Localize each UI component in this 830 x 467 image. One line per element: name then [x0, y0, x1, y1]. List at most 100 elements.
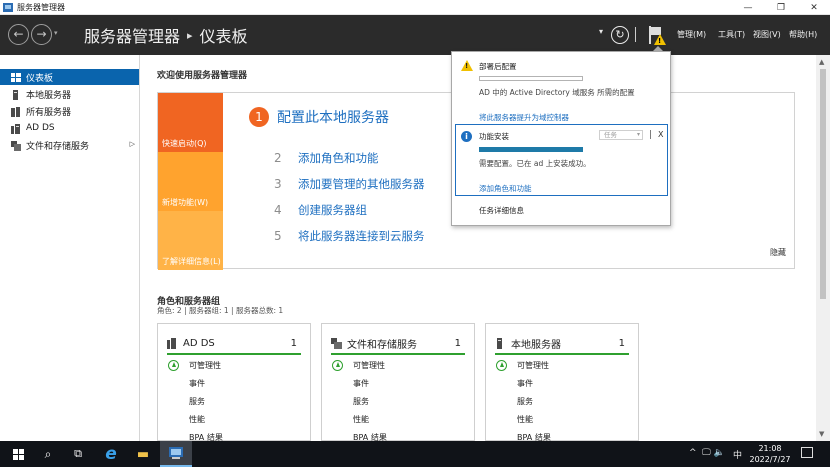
- card-row-manageability[interactable]: 可管理性: [353, 360, 385, 371]
- feature-install-title: 功能安装: [479, 132, 509, 141]
- clock[interactable]: 21:08 2022/7/27: [748, 443, 792, 465]
- task-details-link[interactable]: 任务详细信息: [479, 205, 524, 216]
- menu-tools[interactable]: 工具(T): [718, 29, 745, 40]
- card-row-performance[interactable]: 性能: [189, 414, 205, 425]
- breadcrumb-current: 仪表板: [199, 27, 248, 46]
- status-ok-icon: [168, 360, 179, 371]
- welcome-title: 欢迎使用服务器管理器: [157, 71, 248, 81]
- title-bar: 服务器管理器 — ❐ ✕: [0, 0, 830, 15]
- step-link[interactable]: 创建服务器组: [298, 202, 367, 218]
- vertical-scrollbar[interactable]: ▲ ▼: [816, 55, 830, 441]
- ad-ds-icon: [167, 337, 177, 349]
- feature-install-section: i 功能安装 任务 | X 需要配置。已在 ad 上安装成功。 添加角色和功能: [455, 124, 668, 196]
- file-storage-icon: [11, 140, 21, 151]
- minimize-button[interactable]: —: [733, 0, 763, 15]
- dismiss-close-icon[interactable]: X: [658, 130, 663, 139]
- hide-link[interactable]: 隐藏: [770, 247, 786, 258]
- scroll-thumb[interactable]: [820, 69, 826, 299]
- window-title: 服务器管理器: [17, 2, 65, 12]
- ie-browser-icon[interactable]: e: [95, 441, 127, 467]
- step-create-group[interactable]: 4 创建服务器组: [274, 202, 367, 218]
- ime-indicator[interactable]: 中: [733, 448, 742, 461]
- step-number: 5: [274, 229, 282, 243]
- role-card-ad-ds[interactable]: AD DS 1 可管理性 事件 服务 性能 BPA 结果: [157, 323, 311, 442]
- notifications-flag-icon[interactable]: !: [648, 26, 666, 45]
- tile-quick-start[interactable]: 快速启动(Q): [158, 93, 223, 152]
- card-row-performance[interactable]: 性能: [353, 414, 369, 425]
- menu-view[interactable]: 视图(V): [753, 29, 781, 40]
- breadcrumb: 服务器管理器 ▸ 仪表板: [84, 23, 248, 47]
- step-number: 1: [249, 107, 269, 127]
- maximize-button[interactable]: ❐: [766, 0, 796, 15]
- server-manager-icon: [3, 2, 13, 12]
- sidebar-item-file-storage[interactable]: 文件和存储服务 ▷: [0, 137, 139, 153]
- feature-install-progress: [479, 147, 583, 152]
- scroll-up-icon[interactable]: ▲: [819, 58, 824, 66]
- server-icon: [11, 89, 21, 100]
- scroll-down-icon[interactable]: ▼: [819, 430, 824, 438]
- card-row-services[interactable]: 服务: [189, 396, 205, 407]
- sidebar-item-local-server[interactable]: 本地服务器: [0, 86, 139, 102]
- step-link[interactable]: 添加要管理的其他服务器: [298, 176, 425, 192]
- refresh-button[interactable]: ↻: [611, 26, 629, 44]
- refresh-dropdown-icon[interactable]: ▾: [599, 27, 603, 36]
- step-configure-local-server[interactable]: 1 配置此本地服务器: [249, 107, 389, 127]
- step-link[interactable]: 配置此本地服务器: [277, 107, 389, 127]
- clock-date: 2022/7/27: [749, 455, 791, 464]
- file-explorer-icon[interactable]: ▬: [127, 441, 159, 467]
- card-title[interactable]: 本地服务器: [511, 336, 561, 351]
- role-card-local-server[interactable]: 本地服务器 1 可管理性 事件 服务 性能 BPA 结果: [485, 323, 639, 442]
- server-manager-taskbar-icon[interactable]: [160, 441, 192, 467]
- action-center-icon[interactable]: [801, 447, 813, 458]
- back-button[interactable]: ←: [8, 24, 29, 45]
- tile-whats-new[interactable]: 新增功能(W): [158, 152, 223, 211]
- status-ok-icon: [496, 360, 507, 371]
- sidebar-item-all-servers[interactable]: 所有服务器: [0, 103, 139, 119]
- card-row-manageability[interactable]: 可管理性: [189, 360, 221, 371]
- tray-chevron-icon[interactable]: ^: [689, 448, 697, 458]
- menu-manage[interactable]: 管理(M): [677, 29, 706, 40]
- task-view-icon[interactable]: ⧉: [62, 441, 94, 467]
- role-card-file-storage[interactable]: 文件和存储服务 1 可管理性 事件 服务 性能 BPA 结果: [321, 323, 475, 442]
- post-deploy-title: 部署后配置: [479, 62, 517, 71]
- close-window-button[interactable]: ✕: [799, 0, 829, 15]
- card-row-services[interactable]: 服务: [353, 396, 369, 407]
- menu-help[interactable]: 帮助(H): [789, 29, 817, 40]
- step-add-servers[interactable]: 3 添加要管理的其他服务器: [274, 176, 425, 192]
- info-icon: i: [461, 131, 472, 142]
- card-row-manageability[interactable]: 可管理性: [517, 360, 549, 371]
- sidebar-item-dashboard[interactable]: 仪表板: [0, 69, 139, 85]
- card-row-events[interactable]: 事件: [517, 378, 533, 389]
- roles-summary: 角色: 2 | 服务器组: 1 | 服务器总数: 1: [157, 306, 284, 315]
- card-title[interactable]: 文件和存储服务: [347, 336, 417, 351]
- step-connect-cloud[interactable]: 5 将此服务器连接到云服务: [274, 228, 425, 244]
- expand-arrow-icon[interactable]: ▷: [130, 140, 135, 148]
- network-volume-icon[interactable]: 🖵 🔈: [702, 448, 725, 458]
- card-row-events[interactable]: 事件: [189, 378, 205, 389]
- history-dropdown-icon[interactable]: ▾: [54, 29, 58, 37]
- server-icon: [495, 337, 505, 349]
- card-count: 1: [618, 338, 625, 349]
- add-roles-link[interactable]: 添加角色和功能: [479, 183, 532, 194]
- card-count: 1: [454, 338, 461, 349]
- taskbar: ⌕ ⧉ e ▬ ^ 🖵 🔈 中 21:08 2022/7/27: [0, 441, 830, 467]
- card-row-performance[interactable]: 性能: [517, 414, 533, 425]
- breadcrumb-root[interactable]: 服务器管理器: [84, 23, 180, 47]
- promote-dc-link[interactable]: 将此服务器提升为域控制器: [479, 112, 569, 123]
- sidebar-item-ad-ds[interactable]: AD DS: [0, 120, 139, 136]
- servers-icon: [11, 106, 21, 117]
- step-link[interactable]: 将此服务器连接到云服务: [298, 228, 425, 244]
- search-icon[interactable]: ⌕: [32, 441, 64, 467]
- card-row-events[interactable]: 事件: [353, 378, 369, 389]
- tile-learn-more[interactable]: 了解详细信息(L): [158, 211, 223, 270]
- card-row-services[interactable]: 服务: [517, 396, 533, 407]
- step-link[interactable]: 添加角色和功能: [298, 150, 379, 166]
- step-add-roles[interactable]: 2 添加角色和功能: [274, 150, 379, 166]
- forward-button[interactable]: →: [31, 24, 52, 45]
- header: ← → ▾ 服务器管理器 ▸ 仪表板 ▾ ↻ ! 管理(M) 工具(T) 视图(…: [0, 15, 830, 55]
- ad-ds-icon: [11, 123, 21, 134]
- start-button[interactable]: [2, 441, 34, 467]
- windows-logo-icon: [12, 448, 24, 460]
- task-select[interactable]: 任务: [599, 130, 643, 140]
- card-title[interactable]: AD DS: [183, 338, 215, 349]
